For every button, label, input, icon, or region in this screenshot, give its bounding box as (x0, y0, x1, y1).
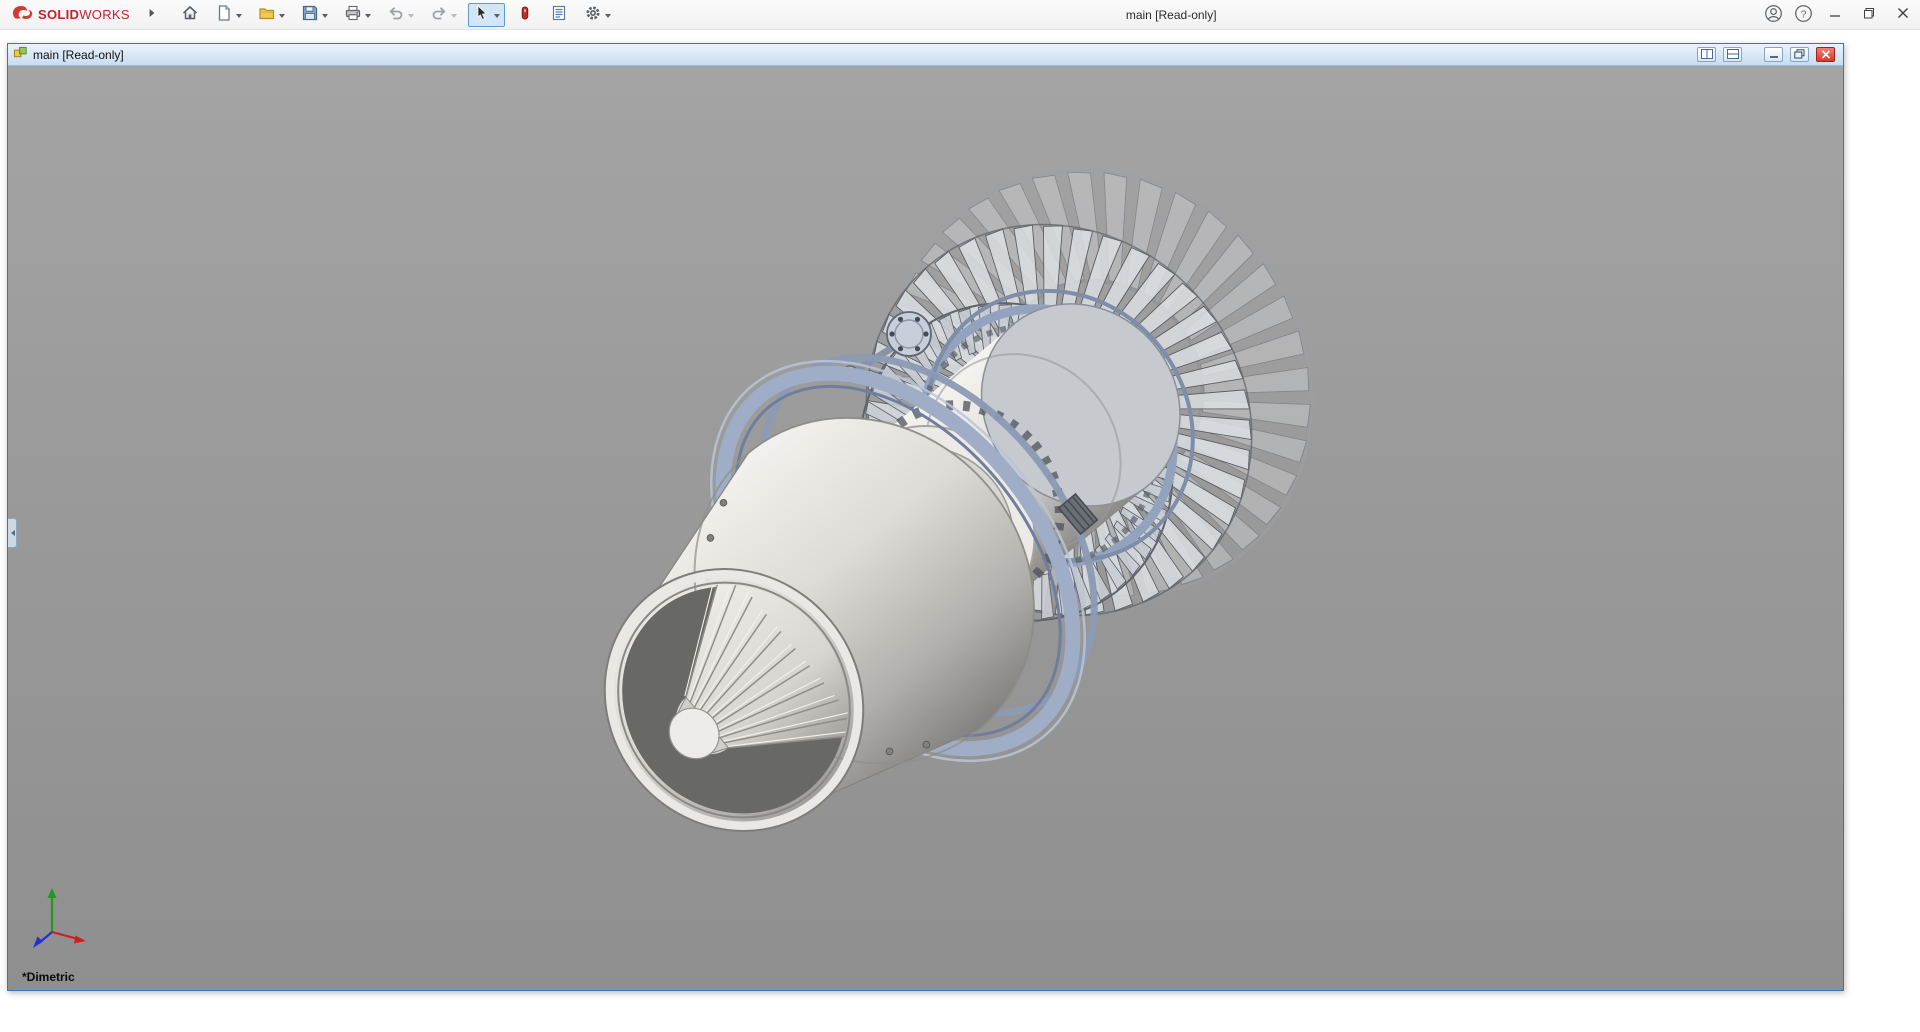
new-document-button[interactable] (210, 3, 247, 27)
3ds-logo-icon (10, 2, 34, 27)
triad-y-arrow (48, 888, 57, 898)
options-button[interactable] (579, 3, 616, 27)
maximize-button[interactable] (1852, 0, 1886, 30)
minimize-button[interactable] (1818, 0, 1852, 30)
split-vertical-icon (1701, 47, 1713, 62)
chevron-right-icon (148, 7, 156, 22)
home-icon (181, 4, 199, 25)
minimize-icon (1769, 47, 1779, 62)
mouse-gestures-button[interactable] (511, 3, 539, 27)
save-button[interactable] (296, 3, 333, 27)
help-button[interactable]: ? (1788, 0, 1818, 30)
view-orientation-label: *Dimetric (22, 970, 75, 984)
brand-text: SOLIDWORKS (38, 7, 130, 22)
dropdown-arrow-icon (451, 14, 457, 21)
assembly-document-icon (13, 45, 28, 65)
undo-button[interactable] (382, 3, 419, 27)
triad-x-axis[interactable] (52, 932, 78, 939)
toolbar-flyout-button[interactable] (144, 4, 160, 26)
document-titlebar[interactable]: main [Read-only] (8, 44, 1843, 66)
user-account-icon (1764, 4, 1783, 26)
redo-icon (430, 4, 448, 25)
featuremanager-collapse-tab[interactable] (8, 518, 17, 548)
home-button[interactable] (176, 3, 204, 27)
triad-x-arrow (74, 936, 86, 944)
dropdown-arrow-icon (365, 14, 371, 21)
quick-access-toolbar (176, 3, 616, 27)
document-window: main [Read-only] (7, 43, 1844, 991)
split-horizontal-icon (1727, 47, 1739, 62)
dropdown-arrow-icon (236, 14, 242, 21)
dropdown-arrow-icon (322, 14, 328, 21)
triad-z-arrow (33, 937, 43, 949)
select-cursor-icon (473, 4, 491, 25)
open-button[interactable] (253, 3, 290, 27)
solidworks-logo: SOLIDWORKS (0, 2, 130, 27)
gear-icon (584, 4, 602, 25)
app-window-title: main [Read-only] (1126, 0, 1217, 30)
undo-icon (387, 4, 405, 25)
document-properties-icon (550, 4, 568, 25)
split-vertical-button[interactable] (1697, 47, 1716, 62)
app-window-controls: ? (1758, 0, 1920, 29)
printer-icon (344, 4, 362, 25)
open-folder-icon (258, 4, 276, 25)
new-file-icon (215, 4, 233, 25)
dropdown-arrow-icon (494, 14, 500, 21)
select-tool-button[interactable] (468, 3, 505, 27)
help-icon: ? (1794, 4, 1813, 26)
close-icon (1821, 47, 1831, 62)
close-button[interactable] (1886, 0, 1920, 30)
orientation-triad[interactable] (16, 880, 102, 964)
account-button[interactable] (1758, 0, 1788, 30)
redo-button[interactable] (425, 3, 462, 27)
chevron-left-icon (8, 530, 15, 536)
app-titlebar: SOLIDWORKS (0, 0, 1920, 30)
save-icon (301, 4, 319, 25)
brand-text-solid: SOLID (38, 7, 79, 22)
dropdown-arrow-icon (605, 14, 611, 21)
3d-viewport[interactable]: *Dimetric (8, 66, 1843, 990)
doc-minimize-button[interactable] (1764, 47, 1783, 62)
dropdown-arrow-icon (408, 14, 414, 21)
document-title: main [Read-only] (33, 48, 124, 62)
close-icon (1897, 7, 1909, 22)
document-window-controls (1697, 47, 1838, 62)
dropdown-arrow-icon (279, 14, 285, 21)
mouse-icon (516, 4, 534, 25)
restore-window-icon (1794, 47, 1805, 62)
svg-text:?: ? (1800, 9, 1806, 20)
doc-close-button[interactable] (1816, 47, 1835, 62)
turbine-engine-model[interactable] (8, 66, 1843, 990)
print-button[interactable] (339, 3, 376, 27)
document-properties-button[interactable] (545, 3, 573, 27)
split-horizontal-button[interactable] (1723, 47, 1742, 62)
minimize-icon (1829, 7, 1841, 22)
brand-text-works: WORKS (79, 7, 130, 22)
doc-restore-button[interactable] (1790, 47, 1809, 62)
restore-window-icon (1863, 7, 1875, 22)
